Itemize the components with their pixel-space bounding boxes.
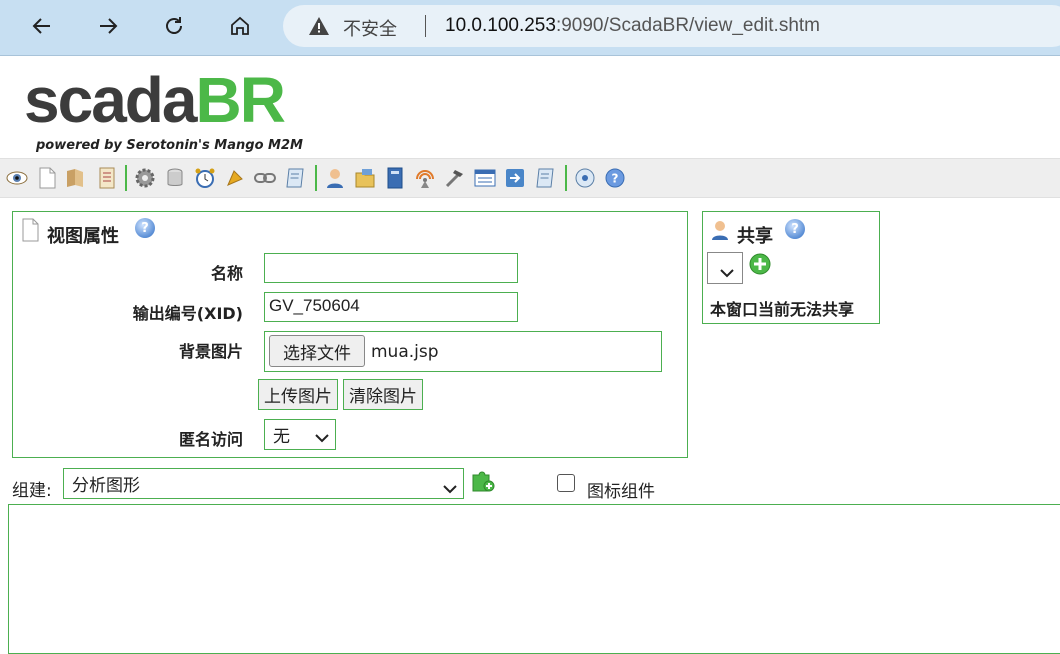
xid-input[interactable]: GV_750604 <box>264 292 518 322</box>
toolbar-separator <box>125 165 127 191</box>
logo-tagline: powered by Serotonin's Mango M2M <box>36 138 303 153</box>
add-component-icon[interactable] <box>470 469 496 497</box>
share-panel: 共享 ? 本窗口当前无法共享 <box>702 211 880 324</box>
scadabr-logo: scadaBR powered by Serotonin's Mango M2M <box>24 64 303 153</box>
tools-icon[interactable] <box>444 167 466 189</box>
home-icon[interactable] <box>222 8 258 44</box>
link-icon[interactable] <box>254 167 276 189</box>
new-page-icon[interactable] <box>36 167 58 189</box>
forward-icon[interactable] <box>90 8 126 44</box>
sql-icon[interactable] <box>534 167 556 189</box>
icon-component-checkbox[interactable] <box>557 474 575 492</box>
chevron-down-icon <box>443 479 457 499</box>
anonymous-access-select[interactable]: 无 <box>264 419 336 450</box>
icon-component-label: 图标组件 <box>587 482 655 502</box>
xid-label: 输出编号(XID) <box>132 304 243 323</box>
scripts-icon[interactable] <box>284 167 306 189</box>
help-icon[interactable]: ? <box>604 167 626 189</box>
component-label: 组建: <box>12 481 52 501</box>
view-canvas[interactable] <box>8 504 1060 654</box>
logout-icon[interactable] <box>574 167 596 189</box>
maintenance-icon[interactable] <box>474 167 496 189</box>
insecure-label[interactable]: 不安全 <box>343 15 397 41</box>
event-handlers-icon[interactable] <box>224 167 246 189</box>
toolbar-separator <box>315 165 317 191</box>
toolbar-separator <box>565 165 567 191</box>
add-share-icon[interactable] <box>749 253 771 279</box>
page-icon <box>21 218 39 246</box>
url-text[interactable]: 10.0.100.253:9090/ScadaBR/view_edit.shtm <box>445 15 820 37</box>
database-icon[interactable] <box>164 167 186 189</box>
settings-gear-icon[interactable] <box>134 167 156 189</box>
chevron-down-icon <box>720 263 734 283</box>
share-title: 共享 <box>737 226 773 247</box>
clear-image-button[interactable]: 清除图片 <box>343 379 423 410</box>
upload-image-button[interactable]: 上传图片 <box>258 379 338 410</box>
name-input[interactable] <box>264 253 518 283</box>
browser-toolbar: 不安全 10.0.100.253:9090/ScadaBR/view_edit.… <box>0 0 1060 56</box>
name-label: 名称 <box>210 264 243 283</box>
reload-icon[interactable] <box>156 8 192 44</box>
user-icon <box>709 219 731 245</box>
users-icon[interactable] <box>324 167 346 189</box>
watch-list-icon[interactable] <box>96 167 118 189</box>
main-toolbar: ? <box>0 158 1060 198</box>
data-sources-icon[interactable] <box>64 167 86 189</box>
address-bar[interactable]: 不安全 10.0.100.253:9090/ScadaBR/view_edit.… <box>283 5 1060 47</box>
choose-file-button[interactable]: 选择文件 <box>269 335 365 367</box>
share-user-select[interactable] <box>707 252 743 284</box>
back-icon[interactable] <box>24 8 60 44</box>
reports-icon[interactable] <box>384 167 406 189</box>
eye-icon[interactable] <box>6 167 28 189</box>
file-name: mua.jsp <box>371 342 439 362</box>
publishers-icon[interactable] <box>414 167 436 189</box>
help-icon[interactable]: ? <box>785 219 805 239</box>
view-properties-panel: 视图属性 ? 名称 输出编号(XID) GV_750604 背景图片 选择文件 … <box>12 211 688 458</box>
address-separator <box>425 15 426 37</box>
component-select[interactable]: 分析图形 <box>63 468 464 499</box>
svg-text:?: ? <box>612 172 619 186</box>
anonymous-access-label: 匿名访问 <box>178 430 243 449</box>
view-properties-title: 视图属性 <box>47 226 119 247</box>
share-status: 本窗口当前无法共享 <box>710 300 855 319</box>
alarm-clock-icon[interactable] <box>194 167 216 189</box>
warning-icon[interactable] <box>308 16 330 40</box>
folder-icon[interactable] <box>354 167 376 189</box>
chevron-down-icon <box>315 428 329 448</box>
import-export-icon[interactable] <box>504 167 526 189</box>
help-icon[interactable]: ? <box>135 218 155 238</box>
file-input: 选择文件 mua.jsp <box>264 331 662 372</box>
background-image-label: 背景图片 <box>178 342 243 361</box>
